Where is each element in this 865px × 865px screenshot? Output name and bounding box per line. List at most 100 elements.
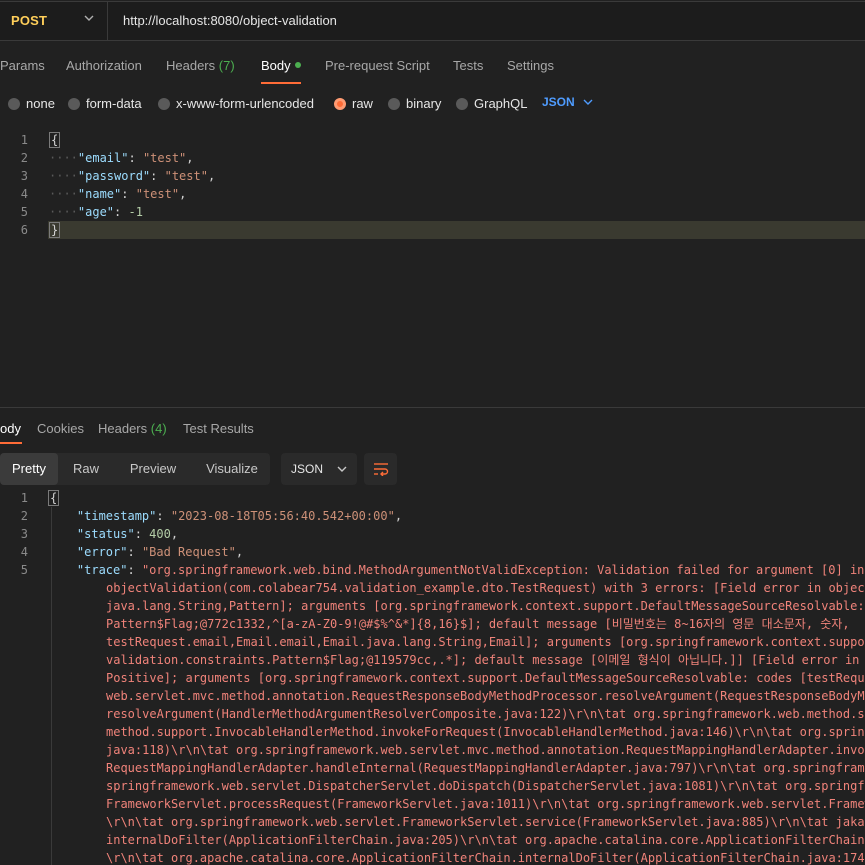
radio-label: raw [352, 96, 373, 111]
url-input[interactable]: http://localhost:8080/object-validation [123, 13, 337, 28]
editor-line: 3 ····"password": "test", [0, 167, 865, 185]
editor-line: 2 ····"email": "test", [0, 149, 865, 167]
code-text: "error": "Bad Request", [76, 545, 244, 559]
radio-dot [456, 97, 468, 110]
open-brace: { [48, 490, 60, 506]
code-text: { [48, 489, 60, 507]
trace-line: objectValidation(com.colabear754.validat… [106, 581, 865, 595]
radio-dot [8, 97, 20, 110]
code-text: } [49, 221, 61, 239]
tab-test-results[interactable]: Test Results [183, 421, 254, 436]
json-key: "timestamp" [76, 509, 157, 523]
request-url-bar: POST http://localhost:8080/object-valida… [0, 0, 865, 43]
json-value: -1 [128, 205, 143, 219]
trace-line: java:118)\r\n\tat org.springframework.we… [106, 743, 865, 757]
response-line: 1 { [0, 489, 865, 507]
tab-pre-request-script[interactable]: Pre-request Script [325, 58, 430, 73]
tab-headers-label: Headers [166, 58, 216, 73]
view-raw-button[interactable]: Raw [58, 453, 114, 485]
body-type-options: none form-data x-www-form-urlencoded raw… [0, 90, 865, 114]
radio-dot [68, 97, 80, 110]
radio-label: binary [406, 96, 442, 111]
json-value: 400 [149, 527, 171, 541]
tab-settings[interactable]: Settings [507, 58, 554, 73]
editor-line: 1 { [0, 131, 865, 149]
radio-raw[interactable]: raw [334, 96, 373, 111]
json-value: "test" [164, 169, 208, 183]
json-sep: , [207, 169, 216, 183]
json-value: "Bad Request" [141, 545, 236, 559]
line-number: 2 [20, 151, 28, 165]
json-key: "email" [77, 151, 129, 165]
view-visualize-button[interactable]: Visualize [192, 453, 272, 485]
line-number: 1 [20, 491, 28, 505]
response-divider[interactable] [0, 407, 865, 408]
request-body-editor[interactable]: 1 { 2 ····"email": "test", 3 ····"passwo… [0, 128, 865, 408]
trace-line: java.lang.String,Pattern]; arguments [or… [106, 599, 865, 613]
tab-response-body[interactable]: ody [0, 421, 21, 436]
json-sep: , [179, 187, 187, 201]
active-tab-underline [0, 442, 22, 444]
body-format-select[interactable]: JSON [542, 95, 593, 109]
trace-line: Positive]; arguments [org.springframewor… [106, 671, 865, 685]
radio-x-www-form-urlencoded[interactable]: x-www-form-urlencoded [158, 96, 314, 111]
tab-headers-count: (4) [150, 421, 167, 436]
code-text: "status": 400, [76, 527, 179, 541]
code-text: ····"password": "test", [49, 169, 216, 183]
trace-line: method.support.InvocableHandlerMethod.in… [106, 725, 865, 739]
radio-none[interactable]: none [8, 96, 55, 111]
tab-headers-label: Headers [98, 421, 148, 436]
tab-headers[interactable]: Headers (7) [166, 58, 235, 73]
editor-line: 4 ····"name": "test", [0, 185, 865, 203]
code-text: ····"name": "test", [49, 187, 187, 201]
tab-tests[interactable]: Tests [453, 58, 483, 73]
response-format-label: JSON [291, 462, 324, 476]
editor-line: 6 } [0, 221, 865, 239]
chevron-down-icon[interactable] [84, 13, 94, 23]
divider [107, 1, 108, 41]
response-line: 5 "trace": "org.springframework.web.bind… [0, 561, 865, 579]
response-line: 2 "timestamp": "2023-08-18T05:56:40.542+… [0, 507, 865, 525]
tab-authorization[interactable]: Authorization [66, 58, 142, 73]
view-mode-segmented: Pretty Raw Preview Visualize [0, 453, 270, 485]
json-key: "name" [77, 187, 122, 201]
response-body-viewer[interactable]: 1 { 2 "timestamp": "2023-08-18T05:56:40.… [0, 489, 865, 865]
view-preview-button[interactable]: Preview [114, 453, 192, 485]
tab-cookies[interactable]: Cookies [37, 421, 84, 436]
radio-graphql[interactable]: GraphQL [456, 96, 527, 111]
radio-dot [158, 97, 170, 110]
response-tabs: ody Cookies Headers (4) Test Results [0, 416, 865, 444]
radio-form-data[interactable]: form-data [68, 96, 142, 111]
tab-params[interactable]: Params [0, 58, 45, 73]
radio-label: none [26, 96, 55, 111]
body-format-label: JSON [542, 95, 575, 109]
view-pretty-button[interactable]: Pretty [0, 453, 58, 485]
trace-line: web.servlet.mvc.method.annotation.Reques… [106, 689, 865, 703]
tab-body[interactable]: Body [261, 58, 301, 73]
json-value: "2023-08-18T05:56:40.542+00:00" [170, 509, 395, 523]
json-key: "trace" [76, 563, 128, 577]
trace-line: RequestMappingHandlerAdapter.handleInter… [106, 761, 865, 775]
line-number: 4 [20, 545, 28, 559]
json-value: "org.springframework.web.bind.MethodArgu… [141, 563, 865, 577]
trace-line: testRequest.email,Email.email,Email.java… [106, 635, 865, 649]
chevron-down-icon [583, 99, 593, 105]
close-brace: } [49, 222, 61, 238]
line-number: 6 [20, 223, 28, 237]
code-text: { [49, 131, 61, 149]
line-number: 5 [20, 563, 28, 577]
wrap-lines-button[interactable] [364, 453, 397, 485]
response-line: 4 "error": "Bad Request", [0, 543, 865, 561]
json-sep: , [186, 151, 194, 165]
response-format-select[interactable]: JSON [281, 453, 357, 485]
json-key: "age" [77, 205, 115, 219]
response-view-bar: Pretty Raw Preview Visualize JSON [0, 453, 865, 485]
radio-binary[interactable]: binary [388, 96, 441, 111]
request-tabs: Params Authorization Headers (7) Body Pr… [0, 52, 865, 84]
radio-label: x-www-form-urlencoded [176, 96, 314, 111]
tab-response-headers[interactable]: Headers (4) [98, 421, 167, 436]
code-text: "timestamp": "2023-08-18T05:56:40.542+00… [76, 509, 403, 523]
editor-line: 5 ····"age": -1 [0, 203, 865, 221]
method-select[interactable]: POST [11, 13, 47, 28]
radio-label: form-data [86, 96, 142, 111]
